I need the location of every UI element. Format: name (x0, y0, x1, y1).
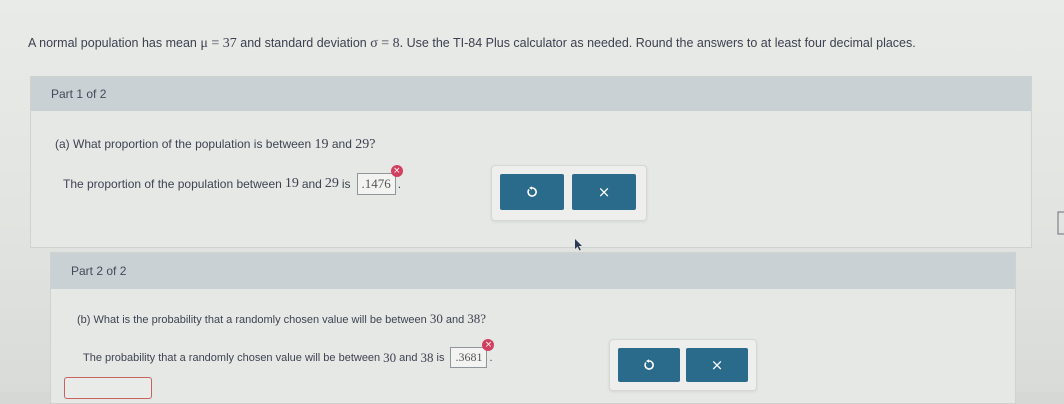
part2-answer-a: 30 (383, 349, 397, 365)
part1-answer-prefix: The proportion of the population between (63, 177, 282, 191)
part1-question-prefix: (a) What proportion of the population is… (55, 137, 312, 151)
part1-panel: Part 1 of 2 (a) What proportion of the p… (30, 76, 1032, 248)
part1-answer-b: 29 (324, 176, 339, 191)
part1-period: . (397, 177, 402, 191)
undo-icon (643, 359, 655, 371)
sd-expression: σ = 8. (370, 36, 404, 51)
part1-answer-value: .1476 (361, 176, 391, 191)
part2-button-group: × (609, 339, 757, 391)
part1-answer-and: and (301, 177, 322, 191)
part1-answer-line: The proportion of the population between… (63, 165, 403, 195)
mean-expression: μ = 37 (200, 36, 237, 51)
close-icon: × (710, 356, 724, 374)
part1-undo-button[interactable] (500, 174, 564, 210)
part2-question: (b) What is the probability that a rando… (77, 311, 486, 327)
part2-undo-button[interactable] (618, 348, 680, 382)
part1-button-group: × (491, 165, 647, 221)
part2-answer-prefix: The probability that a randomly chosen v… (83, 351, 381, 364)
scroll-handle[interactable] (1056, 210, 1064, 236)
part1-question-b: 29? (355, 137, 376, 152)
part2-answer-line: The probability that a randomly chosen v… (83, 339, 495, 368)
part2-answer-input[interactable]: .3681 × (450, 339, 495, 368)
problem-suffix: Use the TI-84 Plus calculator as needed.… (406, 36, 916, 50)
part1-answer-a: 19 (284, 176, 299, 191)
error-badge-icon: × (390, 165, 403, 177)
part2-period: . (489, 351, 493, 364)
part2-answer-is: is (436, 351, 445, 364)
problem-middle: and standard deviation (240, 36, 367, 50)
part2-answer-value: .3681 (455, 350, 483, 364)
part1-header: Part 1 of 2 (31, 77, 1031, 111)
part2-header: Part 2 of 2 (51, 253, 1015, 289)
close-icon: × (597, 183, 611, 201)
page: A normal population has mean μ = 37 and … (0, 0, 1064, 404)
part2-question-b: 38? (467, 311, 487, 326)
part2-question-prefix: (b) What is the probability that a rando… (77, 314, 427, 326)
undo-icon (526, 186, 538, 198)
part2-clear-button[interactable]: × (686, 348, 748, 382)
part1-answer-input[interactable]: .1476 × (356, 165, 403, 195)
part1-clear-button[interactable]: × (572, 174, 636, 210)
next-button-partial[interactable] (64, 377, 152, 399)
part1-answer-is: is (341, 177, 351, 191)
part2-question-a: 30 (429, 311, 443, 326)
part2-question-and: and (445, 314, 465, 326)
part1-question-and: and (331, 137, 352, 151)
part2-header-label: Part 2 of 2 (71, 264, 127, 278)
part2-answer-and: and (399, 351, 418, 364)
part1-question-a: 19 (314, 137, 329, 152)
error-badge-icon: × (482, 339, 495, 351)
mouse-cursor-icon (574, 238, 582, 256)
part2-panel: Part 2 of 2 (b) What is the probability … (50, 252, 1016, 404)
part1-header-label: Part 1 of 2 (51, 87, 107, 101)
problem-prefix: A normal population has mean (28, 36, 197, 50)
problem-statement: A normal population has mean μ = 37 and … (28, 36, 916, 52)
part1-question: (a) What proportion of the population is… (55, 137, 375, 153)
part2-answer-b: 38 (420, 349, 434, 365)
